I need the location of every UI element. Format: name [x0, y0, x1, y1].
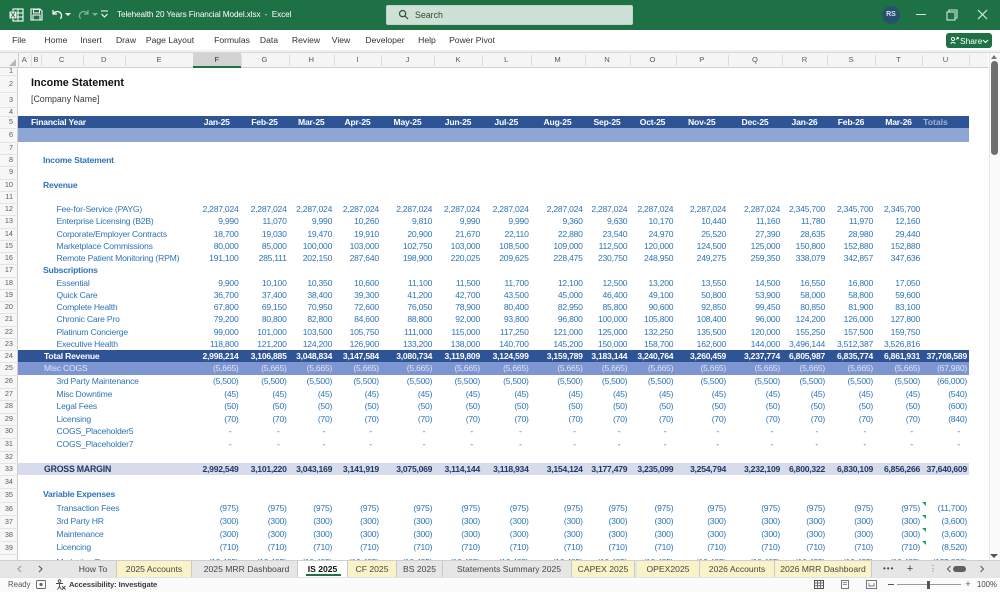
svg-text:X: X: [10, 11, 15, 20]
